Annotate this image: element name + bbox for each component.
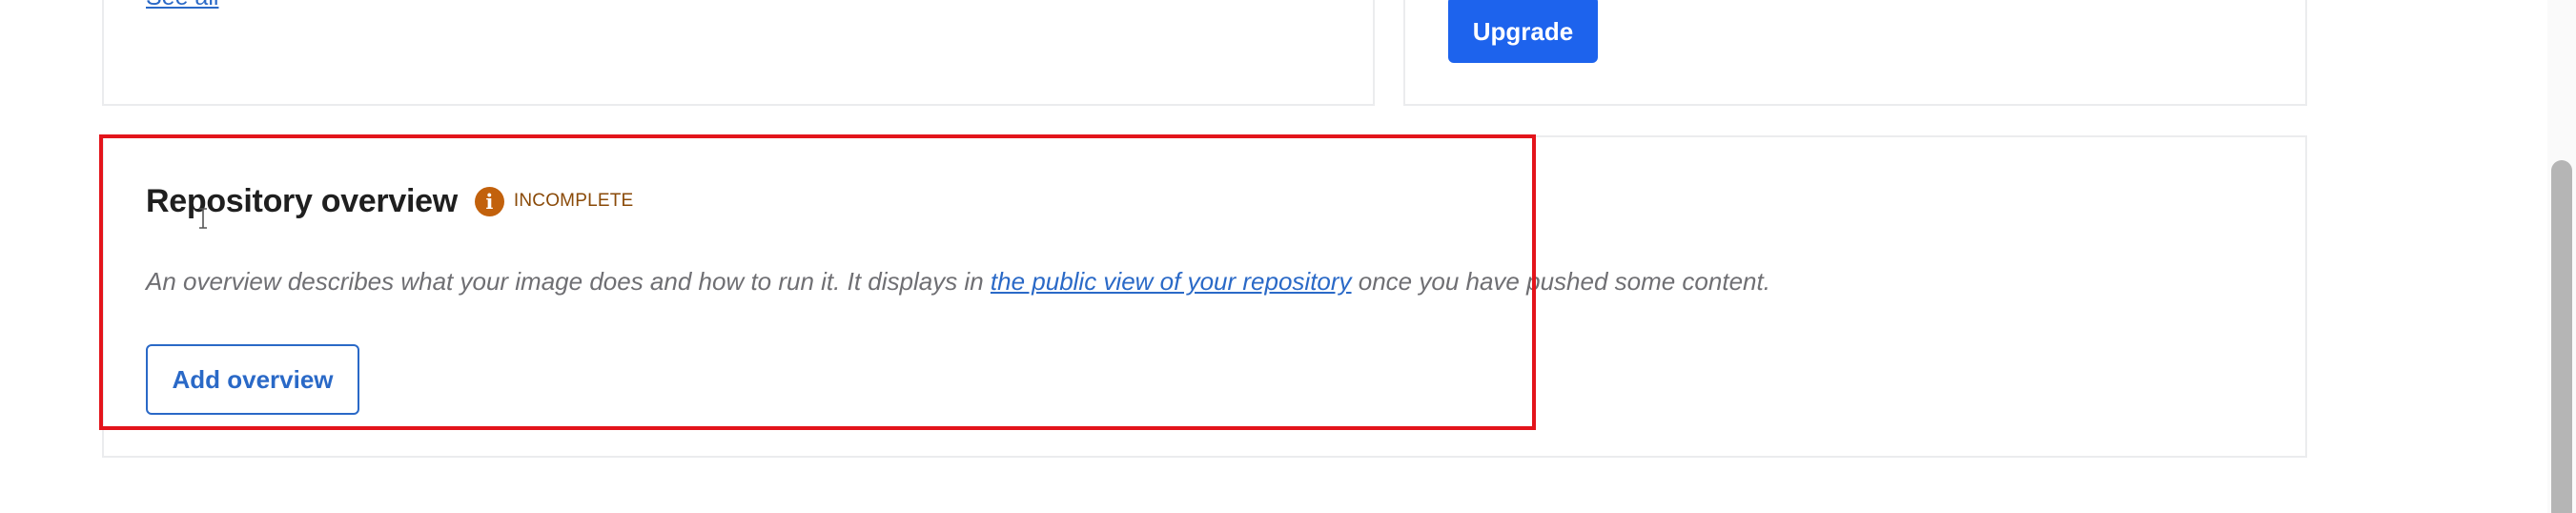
- overview-description: An overview describes what your image do…: [146, 267, 1770, 297]
- page: See all Upgrade Repository overview i IN…: [0, 0, 2576, 513]
- scrollbar-thumb[interactable]: [2551, 160, 2572, 513]
- overview-title-row: Repository overview i INCOMPLETE: [146, 177, 633, 225]
- info-icon: i: [474, 186, 504, 216]
- description-text-before: An overview describes what your image do…: [146, 267, 991, 296]
- upgrade-button[interactable]: Upgrade: [1448, 0, 1598, 63]
- add-overview-button[interactable]: Add overview: [146, 344, 359, 415]
- description-text-after: once you have pushed some content.: [1351, 267, 1770, 296]
- overview-title: Repository overview: [146, 182, 458, 219]
- top-left-card: [102, 0, 1375, 106]
- status-badge: INCOMPLETE: [513, 191, 634, 211]
- see-all-link[interactable]: See all: [146, 0, 218, 10]
- public-view-link[interactable]: the public view of your repository: [991, 267, 1352, 296]
